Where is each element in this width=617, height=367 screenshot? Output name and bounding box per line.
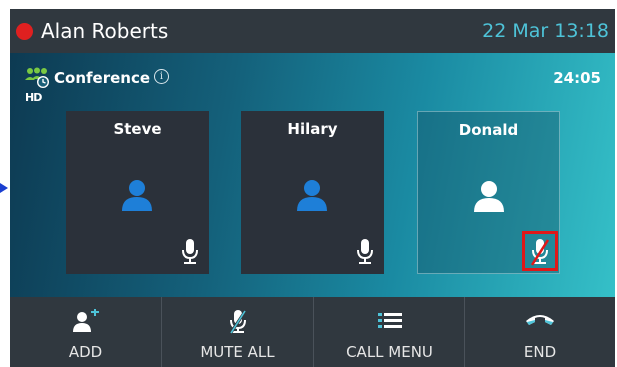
presence-status-icon [16,23,33,40]
call-menu-label: CALL MENU [346,343,433,361]
softkey-bar: ADD MUTE ALL CALL MENU END [10,297,615,367]
conference-icon [24,67,50,93]
annotation-arrow-icon [0,183,8,193]
participant-tile-steve[interactable]: Steve [66,111,209,274]
add-participant-icon [72,308,100,337]
mute-all-button[interactable]: MUTE ALL [162,297,313,367]
microphone-icon[interactable] [181,238,199,270]
info-icon[interactable]: i [154,69,169,84]
microphone-icon[interactable] [356,238,374,270]
add-button[interactable]: ADD [10,297,161,367]
end-label: END [523,343,557,361]
call-duration: 24:05 [553,69,601,87]
phone-screen: Alan Roberts 22 Mar 13:18 HD Conference … [10,9,615,367]
mute-all-icon [227,309,249,339]
muted-highlight [522,231,558,271]
mute-all-label: MUTE ALL [200,343,275,361]
participant-name: Donald [458,121,519,139]
hd-audio-icon: HD [25,91,42,104]
avatar-icon [471,178,507,218]
account-name: Alan Roberts [41,19,169,43]
avatar-icon [119,177,155,217]
end-call-icon [524,309,556,333]
date-time: 22 Mar 13:18 [482,20,609,42]
menu-list-icon [377,309,403,335]
call-area: HD Conference i 24:05 Steve Hilary Donal… [10,53,615,297]
call-type-label: Conference [54,69,151,87]
participant-name: Steve [113,120,162,138]
add-label: ADD [68,343,103,361]
call-menu-button[interactable]: CALL MENU [314,297,465,367]
status-bar: Alan Roberts 22 Mar 13:18 [10,9,615,53]
avatar-icon [294,177,330,217]
participant-name: Hilary [287,120,338,138]
participant-tile-hilary[interactable]: Hilary [241,111,384,274]
participant-tile-donald[interactable]: Donald [417,111,560,274]
end-call-button[interactable]: END [465,297,615,367]
